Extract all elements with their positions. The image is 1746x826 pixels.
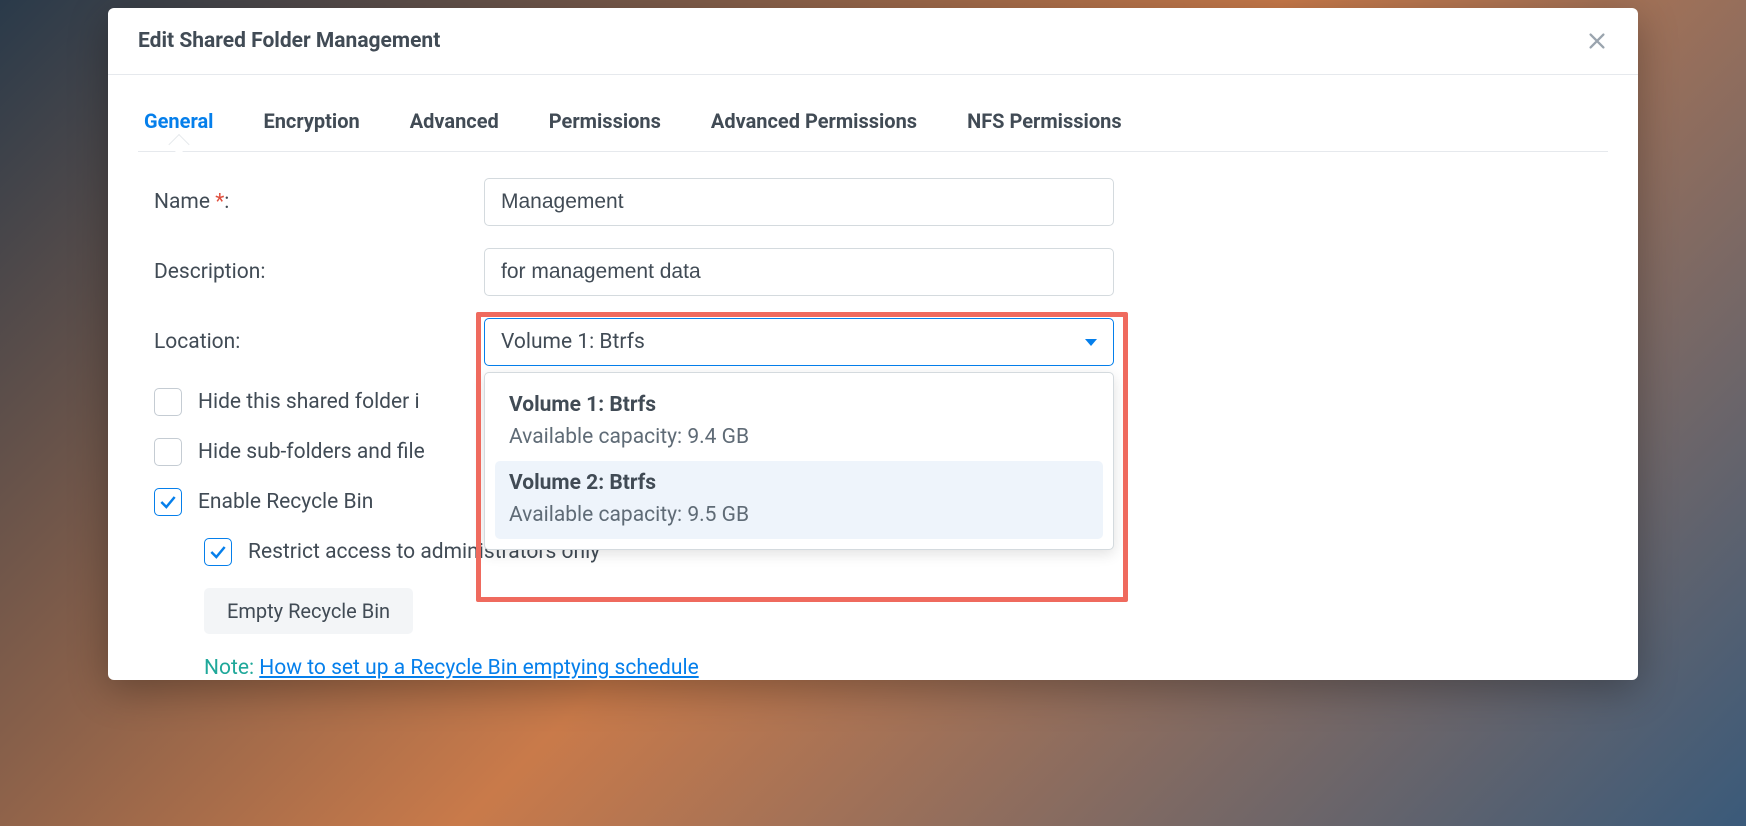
general-form: Name *: Description: Location: Volume 1:… [108,152,1638,680]
tab-permissions[interactable]: Permissions [543,95,667,151]
note-prefix: Note: [204,656,254,680]
dialog-header: Edit Shared Folder Management [108,8,1638,75]
recycle-schedule-link[interactable]: How to set up a Recycle Bin emptying sch… [259,656,698,680]
edit-shared-folder-dialog: Edit Shared Folder Management General En… [108,8,1638,680]
dialog-title: Edit Shared Folder Management [138,29,440,53]
location-option-volume-1[interactable]: Volume 1: Btrfs Available capacity: 9.4 … [495,383,1103,461]
name-label-text: Name [154,190,210,214]
location-select-value: Volume 1: Btrfs [501,330,645,354]
location-option-title: Volume 1: Btrfs [509,393,1089,417]
name-input[interactable] [484,178,1114,226]
tab-advanced-permissions[interactable]: Advanced Permissions [705,95,923,151]
close-button[interactable] [1582,26,1612,56]
location-label: Location: [154,330,484,354]
description-input[interactable] [484,248,1114,296]
hide-subfolders-checkbox[interactable] [154,438,182,466]
tab-advanced[interactable]: Advanced [404,95,505,151]
location-option-subtitle: Available capacity: 9.5 GB [509,503,1089,527]
close-icon [1586,30,1608,52]
location-dropdown: Volume 1: Btrfs Available capacity: 9.4 … [484,372,1114,550]
enable-recycle-label: Enable Recycle Bin [198,490,373,514]
hide-folder-label: Hide this shared folder i [198,390,420,414]
location-option-subtitle: Available capacity: 9.4 GB [509,425,1089,449]
row-location: Location: Volume 1: Btrfs Volume 1: Btrf… [154,318,1592,366]
tab-general[interactable]: General [138,95,219,151]
row-name: Name *: [154,178,1592,226]
row-note: Note: How to set up a Recycle Bin emptyi… [204,656,1592,680]
name-label: Name *: [154,190,484,214]
row-description: Description: [154,248,1592,296]
location-select-wrap: Volume 1: Btrfs Volume 1: Btrfs Availabl… [484,318,1114,366]
empty-recycle-bin-button[interactable]: Empty Recycle Bin [204,588,413,634]
restrict-admin-checkbox[interactable] [204,538,232,566]
tab-encryption[interactable]: Encryption [257,95,365,151]
required-asterisk: * [215,190,224,214]
location-select[interactable]: Volume 1: Btrfs [484,318,1114,366]
description-label: Description: [154,260,484,284]
tab-bar: General Encryption Advanced Permissions … [138,95,1608,152]
tab-nfs-permissions[interactable]: NFS Permissions [961,95,1128,151]
enable-recycle-checkbox[interactable] [154,488,182,516]
location-option-volume-2[interactable]: Volume 2: Btrfs Available capacity: 9.5 … [495,461,1103,539]
chevron-down-icon [1085,339,1097,346]
row-empty-recycle: Empty Recycle Bin [204,588,1592,634]
hide-subfolders-label: Hide sub-folders and file [198,440,425,464]
hide-folder-checkbox[interactable] [154,388,182,416]
location-option-title: Volume 2: Btrfs [509,471,1089,495]
